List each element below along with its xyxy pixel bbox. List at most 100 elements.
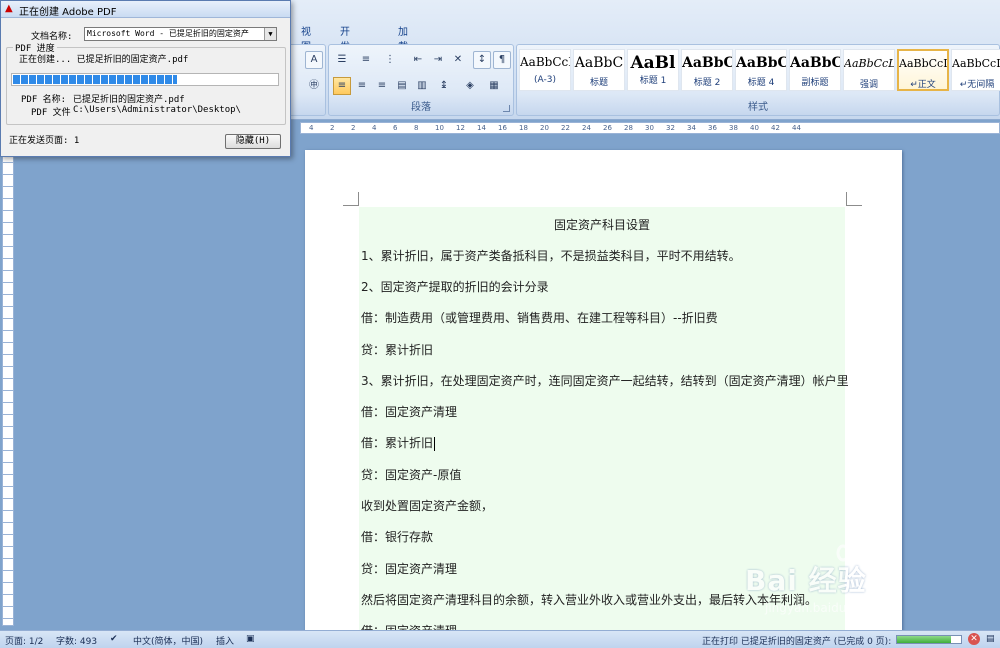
cancel-print-icon[interactable]: ✕ — [968, 633, 980, 645]
paragraph-group-label: 段落 — [411, 102, 431, 113]
style-title[interactable]: AaBbC 标题 — [573, 49, 625, 91]
shading-icon[interactable]: ◈ — [461, 77, 479, 95]
insert-mode[interactable]: 插入 — [216, 634, 234, 647]
style-no-spacing[interactable]: AaBbCcD ↵无间隔 — [951, 49, 1000, 91]
ruler-tick: 40 — [750, 124, 759, 132]
ruler-tick: 14 — [477, 124, 486, 132]
ruler-tick: 44 — [792, 124, 801, 132]
ruler-tick: 30 — [645, 124, 654, 132]
ruler-tick: 32 — [666, 124, 675, 132]
adobe-pdf-icon: ▲ — [5, 3, 13, 14]
style-a3[interactable]: AaBbCcI (A-3) — [519, 49, 571, 91]
justify-icon[interactable]: ▤ — [393, 77, 411, 95]
paragraph-group: ☰ ≡ ⋮ ⇤ ⇥ ✕ ↕ ¶ ≡ ≡ ≡ ▤ ▥ ↨ ◈ ▦ 段落 — [328, 44, 514, 116]
status-bar: 页面: 1/2 字数: 493 ✔ 中文(简体，中国) 插入 ▣ 正在打印 已提… — [0, 630, 1000, 648]
style-emphasis[interactable]: AaBbCcL 强调 — [843, 49, 895, 91]
align-center-icon[interactable]: ≡ — [353, 77, 371, 95]
pdfname-label: PDF 名称: — [21, 95, 67, 105]
vertical-ruler[interactable] — [2, 138, 14, 626]
document-line: 借：累计折旧 — [361, 436, 434, 450]
hide-button[interactable]: 隐藏(H) — [225, 134, 281, 149]
adobe-pdf-dialog: ▲ 正在创建 Adobe PDF 文档名称: Microsoft Word - … — [0, 0, 291, 157]
ruler-tick: 16 — [498, 124, 507, 132]
ruler-tick: 38 — [729, 124, 738, 132]
style-heading2[interactable]: AaBbC 标题 2 — [681, 49, 733, 91]
styles-group-label: 样式 — [748, 102, 768, 113]
page-count[interactable]: 页面: 1/2 — [5, 634, 43, 647]
document-title: 固定资产科目设置 — [553, 218, 650, 232]
document-line: 贷：累计折旧 — [361, 343, 434, 357]
borders-icon[interactable]: ▦ — [485, 77, 503, 95]
print-status: 正在打印 已提足折旧的固定资产 (已完成 0 页): — [702, 637, 892, 647]
sort-icon[interactable]: ↕ — [473, 51, 491, 69]
document-line: 3、累计折旧，在处理固定资产时，连同固定资产一起结转，结转到（固定资产清理）帐户… — [361, 374, 849, 388]
dialog-title: 正在创建 Adobe PDF — [19, 7, 117, 18]
ruler-tick: 2 — [351, 124, 356, 132]
margin-corner-left — [343, 192, 359, 206]
chevron-down-icon[interactable]: ▼ — [264, 28, 276, 40]
ruler-tick: 4 — [372, 124, 377, 132]
print-progress — [896, 635, 962, 644]
ruler-tick: 6 — [393, 124, 398, 132]
ruler-tick: 20 — [540, 124, 549, 132]
style-heading4[interactable]: AaBbC 标题 4 — [735, 49, 787, 91]
ruler-tick: 28 — [624, 124, 633, 132]
style-subtitle[interactable]: AaBbC 副标题 — [789, 49, 841, 91]
ruler-tick: 2 — [330, 124, 335, 132]
document-line: 收到处置固定资产金额， — [361, 499, 494, 513]
char-border-icon[interactable]: A — [305, 51, 323, 69]
pdfname-value: 已提足折旧的固定资产.pdf — [73, 95, 185, 105]
ruler-tick: 34 — [687, 124, 696, 132]
document-line: 1、累计折旧，属于资产类备抵科目，不是损益类科目，平时不用结转。 — [361, 249, 741, 263]
styles-group: AaBbCcI (A-3) AaBbC 标题 AaBl 标题 1 AaBbC 标… — [516, 44, 1000, 116]
horizontal-ruler[interactable]: 4 2 2 4 6 8 10 12 14 16 18 20 22 24 26 28 30 32 34 36 38 40 42… — [300, 122, 1000, 134]
baidu-watermark: Bai 经验 jingyan.baidu.com — [745, 541, 995, 626]
ruler-tick: 24 — [582, 124, 591, 132]
enclose-char-icon[interactable]: ㊥ — [305, 77, 323, 95]
print-progress-fill — [897, 636, 952, 643]
document-line: 2、固定资产提取的折旧的会计分录 — [361, 280, 549, 294]
document-line-with-caret: 借：累计折旧 — [361, 434, 436, 451]
document-line: 借：固定资产清理 — [361, 405, 458, 419]
docname-value: Microsoft Word - 已提足折旧的固定资产 — [87, 29, 249, 38]
pdf-progress-bar — [11, 73, 279, 86]
ruler-tick: 22 — [561, 124, 570, 132]
proofing-icon[interactable]: ✔ — [110, 634, 118, 644]
ruler-tick: 10 — [435, 124, 444, 132]
macro-record-icon[interactable]: ▣ — [246, 634, 255, 644]
style-heading1[interactable]: AaBl 标题 1 — [627, 49, 679, 91]
ruler-tick: 12 — [456, 124, 465, 132]
style-normal[interactable]: AaBbCcI ↵正文 — [897, 49, 949, 91]
view-icon[interactable]: ▤ — [986, 634, 995, 644]
ruler-tick: 36 — [708, 124, 717, 132]
show-marks-icon[interactable]: ¶ — [493, 51, 511, 69]
document-line: 贷：固定资产清理 — [361, 562, 458, 576]
chinese-layout-icon[interactable]: ✕ — [449, 51, 467, 69]
document-line: 借：固定资产清理 — [361, 622, 457, 630]
distributed-icon[interactable]: ▥ — [413, 77, 431, 95]
ruler-tick: 18 — [519, 124, 528, 132]
bullets-icon[interactable]: ☰ — [333, 51, 351, 69]
increase-indent-icon[interactable]: ⇥ — [429, 51, 447, 69]
sending-status: 正在发送页面: 1 — [9, 136, 80, 146]
pdf-progress-fill — [13, 75, 177, 84]
language-indicator[interactable]: 中文(简体，中国) — [133, 634, 203, 647]
document-line: 借：银行存款 — [361, 530, 434, 544]
numbering-icon[interactable]: ≡ — [357, 51, 375, 69]
align-left-icon[interactable]: ≡ — [333, 77, 351, 95]
ruler-tick: 4 — [309, 124, 314, 132]
watermark-url: jingyan.baidu.com — [765, 601, 876, 615]
decrease-indent-icon[interactable]: ⇤ — [409, 51, 427, 69]
watermark-text: Bai 经验 — [745, 564, 867, 597]
pdffile-label: PDF 文件 — [31, 108, 71, 118]
word-count[interactable]: 字数: 493 — [56, 634, 97, 647]
document-line: 借：制造费用（或管理费用、销售费用、在建工程等科目）--折旧费 — [361, 311, 718, 325]
pdffile-value: C:\Users\Administrator\Desktop\ — [73, 105, 241, 115]
line-spacing-icon[interactable]: ↨ — [435, 77, 453, 95]
ruler-tick: 42 — [771, 124, 780, 132]
multilevel-list-icon[interactable]: ⋮ — [381, 51, 399, 69]
dialog-titlebar[interactable]: ▲ 正在创建 Adobe PDF — [1, 1, 290, 18]
docname-select[interactable]: Microsoft Word - 已提足折旧的固定资产 ▼ — [84, 27, 277, 41]
paragraph-launcher-icon[interactable] — [503, 105, 510, 112]
align-right-icon[interactable]: ≡ — [373, 77, 391, 95]
